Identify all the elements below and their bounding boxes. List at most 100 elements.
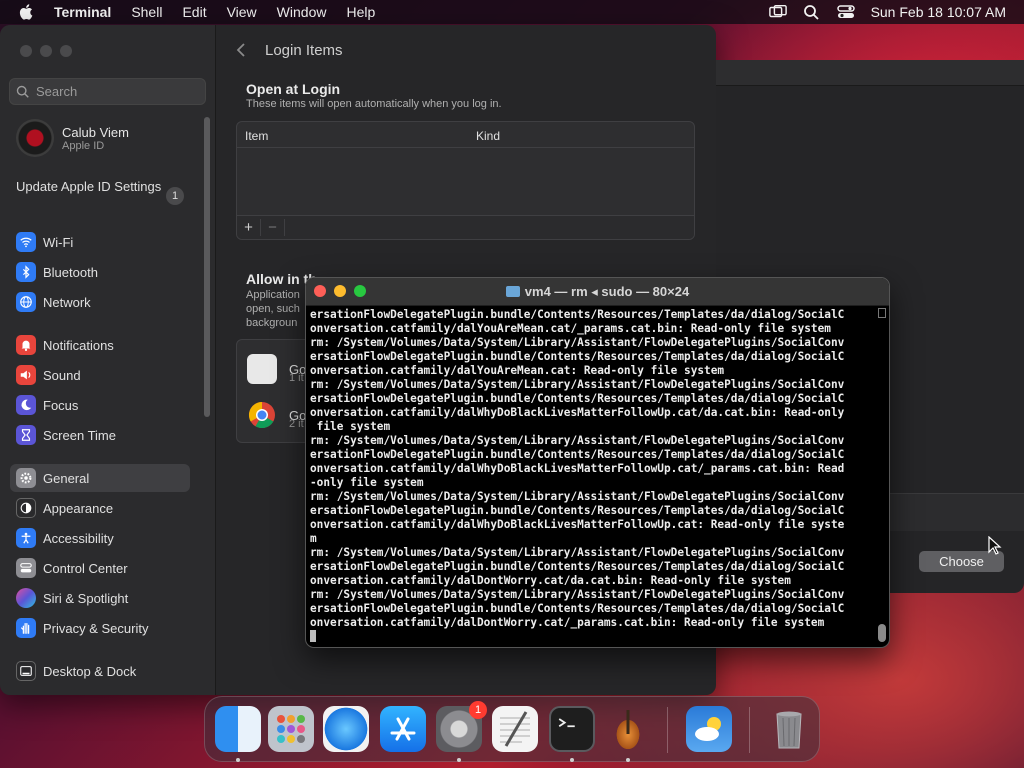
notification-badge: 1 — [469, 701, 487, 719]
gear-icon — [16, 468, 36, 488]
table-footer: + − — [237, 215, 694, 239]
sidebar-scrollbar[interactable] — [204, 117, 210, 417]
trash-icon[interactable] — [766, 706, 812, 752]
login-items-table: Item Kind + − — [236, 121, 695, 240]
terminal-line: ersationFlowDelegatePlugin.bundle/Conten… — [310, 602, 845, 615]
terminal-line: onversation.catfamily/dalYouAreMean.cat:… — [310, 364, 725, 377]
menu-bar: Terminal Shell Edit View Window Help Sun… — [0, 0, 1024, 24]
sidebar-item-network[interactable]: Network — [10, 288, 190, 316]
appearance-icon — [16, 498, 36, 518]
screen-mirroring-icon[interactable] — [768, 4, 787, 20]
remove-login-item-button[interactable]: − — [261, 219, 285, 236]
sidebar-search-input[interactable]: Search — [9, 78, 206, 105]
apple-id-account[interactable]: Calub Viem Apple ID — [16, 119, 129, 157]
window-controls — [20, 45, 80, 57]
sidebar-item-label: General — [43, 470, 90, 486]
column-item[interactable]: Item — [245, 129, 268, 143]
close-window-button[interactable] — [20, 45, 32, 57]
sidebar-item-label: Appearance — [43, 500, 114, 516]
sidebar-item-control-center[interactable]: Control Center — [10, 554, 190, 582]
search-icon — [16, 85, 29, 98]
running-indicator — [457, 758, 461, 762]
zoom-window-button[interactable] — [60, 45, 72, 57]
moon-icon — [16, 395, 36, 415]
sidebar-item-privacy-security[interactable]: Privacy & Security — [10, 614, 190, 642]
sidebar-item-label: Desktop & Dock — [43, 663, 137, 679]
update-apple-id-settings[interactable]: Update Apple ID Settings — [16, 179, 186, 195]
dock: 1 — [204, 696, 820, 762]
apple-menu-icon[interactable] — [18, 3, 36, 21]
terminal-icon[interactable] — [549, 706, 595, 752]
list-item[interactable]: Go 1 it — [247, 354, 306, 384]
menu-shell[interactable]: Shell — [131, 4, 162, 20]
add-login-item-button[interactable]: + — [237, 219, 261, 236]
sidebar-item-sound[interactable]: Sound — [10, 361, 190, 389]
app-store-icon[interactable] — [380, 706, 426, 752]
back-chevron-icon[interactable] — [234, 42, 248, 58]
safari-icon[interactable] — [323, 706, 369, 752]
sidebar-item-label: Notifications — [43, 337, 114, 353]
column-kind[interactable]: Kind — [476, 129, 500, 143]
finder-icon[interactable] — [215, 706, 261, 752]
sidebar-item-notifications[interactable]: Notifications — [10, 331, 190, 359]
textedit-icon[interactable] — [492, 706, 538, 752]
sidebar-item-appearance[interactable]: Appearance — [10, 494, 190, 522]
hand-icon — [16, 618, 36, 638]
terminal-line: ersationFlowDelegatePlugin.bundle/Conten… — [310, 308, 845, 321]
spotlight-search-icon[interactable] — [803, 4, 821, 20]
terminal-line: onversation.catfamily/dalYouAreMean.cat/… — [310, 322, 831, 335]
sidebar-item-label: Network — [43, 294, 91, 310]
menu-edit[interactable]: Edit — [182, 4, 206, 20]
sidebar-item-screen-time[interactable]: Screen Time — [10, 421, 190, 449]
scrollbar-thumb[interactable] — [878, 624, 886, 642]
terminal-title-bar[interactable]: vm4 — rm ◂ sudo — 80×24 — [306, 278, 889, 306]
sidebar-item-bluetooth[interactable]: Bluetooth — [10, 258, 190, 286]
minimize-window-button[interactable] — [40, 45, 52, 57]
sidebar-item-general[interactable]: General — [10, 464, 190, 492]
menu-help[interactable]: Help — [346, 4, 375, 20]
garageband-icon[interactable] — [605, 706, 651, 752]
list-item-count: 1 it — [289, 372, 304, 384]
list-item-count: 2 it — [289, 418, 304, 430]
dock-icon — [16, 661, 36, 681]
app-icon — [247, 354, 277, 384]
menu-app-name[interactable]: Terminal — [54, 4, 111, 20]
folder-icon — [505, 286, 520, 297]
sidebar-item-label: Control Center — [43, 560, 128, 576]
terminal-title-text: vm4 — rm ◂ sudo — 80×24 — [524, 284, 690, 299]
sidebar-item-wifi[interactable]: Wi-Fi — [10, 228, 190, 256]
sidebar-item-label: Bluetooth — [43, 264, 98, 280]
running-indicator — [236, 758, 240, 762]
hourglass-icon — [16, 425, 36, 445]
control-center-icon[interactable] — [836, 4, 855, 20]
dialog-header — [716, 60, 1024, 86]
launchpad-icon[interactable] — [268, 706, 314, 752]
terminal-line: onversation.catfamily/dalWhyDoBlackLives… — [310, 406, 845, 419]
avatar — [16, 119, 54, 157]
sidebar-item-focus[interactable]: Focus — [10, 391, 190, 419]
terminal-line: rm: /System/Volumes/Data/System/Library/… — [310, 588, 845, 601]
sidebar-item-label: Wi-Fi — [43, 234, 74, 250]
accessibility-icon — [16, 528, 36, 548]
chrome-icon — [248, 401, 275, 429]
terminal-line: rm: /System/Volumes/Data/System/Library/… — [310, 490, 845, 503]
terminal-scrollbar[interactable] — [878, 308, 886, 644]
sidebar-item-desktop-dock[interactable]: Desktop & Dock — [10, 657, 190, 685]
search-placeholder: Search — [36, 84, 78, 99]
siri-icon — [16, 588, 36, 608]
menu-view[interactable]: View — [227, 4, 257, 20]
menu-clock[interactable]: Sun Feb 18 10:07 AM — [871, 4, 1006, 20]
list-item[interactable]: Go 2 it — [247, 400, 306, 430]
sidebar-item-accessibility[interactable]: Accessibility — [10, 524, 190, 552]
terminal-line: rm: /System/Volumes/Data/System/Library/… — [310, 546, 845, 559]
terminal-line: file system — [310, 420, 391, 433]
sidebar-item-siri-spotlight[interactable]: Siri & Spotlight — [10, 584, 190, 612]
menu-window[interactable]: Window — [277, 4, 327, 20]
globe-icon — [16, 292, 36, 312]
dock-separator — [667, 707, 668, 753]
sidebar-item-label: Sound — [43, 367, 81, 383]
terminal-output[interactable]: ersationFlowDelegatePlugin.bundle/Conten… — [310, 308, 875, 646]
weather-icon[interactable] — [686, 706, 732, 752]
terminal-cursor — [310, 630, 316, 642]
terminal-line: ersationFlowDelegatePlugin.bundle/Conten… — [310, 350, 845, 363]
